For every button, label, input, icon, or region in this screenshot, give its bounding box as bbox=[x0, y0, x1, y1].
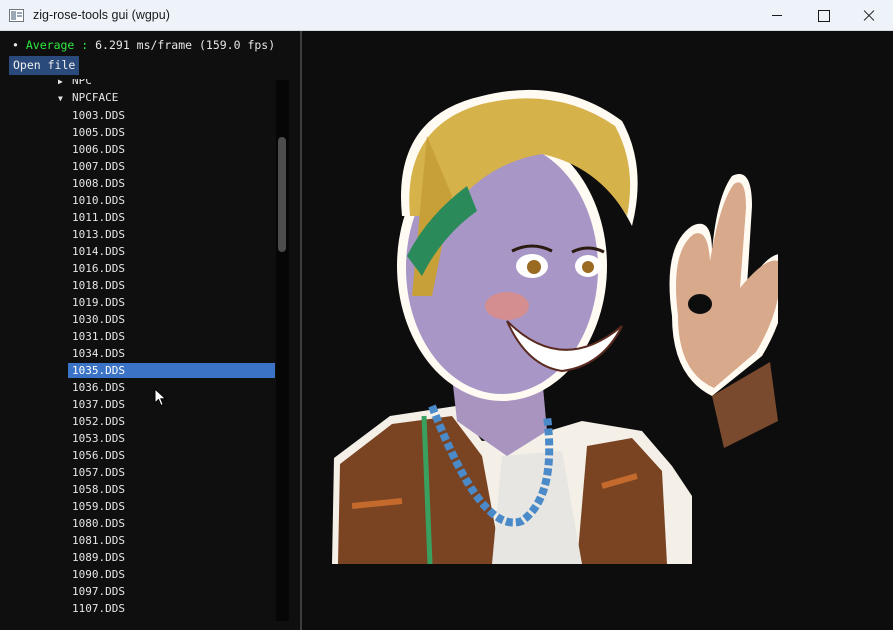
window-titlebar[interactable]: zig-rose-tools gui (wgpu) bbox=[0, 0, 893, 31]
file-item[interactable]: 1056.DDS bbox=[68, 448, 275, 463]
file-item[interactable]: 1007.DDS bbox=[68, 159, 275, 174]
file-item[interactable]: 1014.DDS bbox=[68, 244, 275, 259]
close-button[interactable] bbox=[846, 0, 892, 31]
tree-node-npc[interactable]: ▶ NPC bbox=[58, 79, 92, 89]
file-item[interactable]: 1036.DDS bbox=[68, 380, 275, 395]
file-item[interactable]: 1097.DDS bbox=[68, 584, 275, 599]
tree-node-label: NPCFACE bbox=[72, 91, 119, 104]
file-item[interactable]: 1090.DDS bbox=[68, 567, 275, 582]
file-item[interactable]: 1081.DDS bbox=[68, 533, 275, 548]
file-item[interactable]: 1034.DDS bbox=[68, 346, 275, 361]
open-file-button[interactable]: Open file bbox=[9, 56, 80, 75]
stats-bullet: • bbox=[12, 38, 19, 52]
frame-time-value: 6.291 ms/frame (159.0 fps) bbox=[95, 38, 276, 52]
minimize-button[interactable] bbox=[754, 0, 800, 31]
app-window-icon bbox=[9, 9, 24, 22]
file-item[interactable]: 1107.DDS bbox=[68, 601, 275, 616]
window-title: zig-rose-tools gui (wgpu) bbox=[33, 8, 170, 22]
tree-node-label: NPC bbox=[72, 79, 92, 87]
file-item[interactable]: 1057.DDS bbox=[68, 465, 275, 480]
file-item[interactable]: 1013.DDS bbox=[68, 227, 275, 242]
file-item[interactable]: 1037.DDS bbox=[68, 397, 275, 412]
file-item[interactable]: 1018.DDS bbox=[68, 278, 275, 293]
file-item-selected[interactable]: 1035.DDS bbox=[68, 363, 275, 378]
collapsed-arrow-icon: ▶ bbox=[58, 79, 63, 86]
file-item[interactable]: 1058.DDS bbox=[68, 482, 275, 497]
file-item[interactable]: 1010.DDS bbox=[68, 193, 275, 208]
frame-stats: • Average : 6.291 ms/frame (159.0 fps) bbox=[12, 38, 275, 52]
npc-face-preview-image bbox=[332, 89, 778, 564]
file-item[interactable]: 1030.DDS bbox=[68, 312, 275, 327]
expanded-arrow-icon: ▼ bbox=[58, 94, 63, 103]
file-item[interactable]: 1089.DDS bbox=[68, 550, 275, 565]
mouse-cursor-icon bbox=[154, 388, 167, 407]
file-item[interactable]: 1006.DDS bbox=[68, 142, 275, 157]
file-item[interactable]: 1052.DDS bbox=[68, 414, 275, 429]
tree-scrollbar-thumb[interactable] bbox=[278, 137, 286, 252]
tree-node-npcface[interactable]: ▼ NPCFACE bbox=[58, 91, 118, 106]
file-item[interactable]: 1005.DDS bbox=[68, 125, 275, 140]
file-item[interactable]: 1080.DDS bbox=[68, 516, 275, 531]
file-item[interactable]: 1003.DDS bbox=[68, 108, 275, 123]
file-item[interactable]: 1053.DDS bbox=[68, 431, 275, 446]
file-browser-panel: • Average : 6.291 ms/frame (159.0 fps) O… bbox=[0, 31, 300, 630]
file-item[interactable]: 1059.DDS bbox=[68, 499, 275, 514]
file-tree[interactable]: ▶ NPC ▼ NPCFACE 1003.DDS 1005.DDS 1006.DDS 10… bbox=[8, 79, 288, 624]
maximize-button[interactable] bbox=[800, 0, 846, 31]
file-item[interactable]: 1016.DDS bbox=[68, 261, 275, 276]
file-item[interactable]: 1019.DDS bbox=[68, 295, 275, 310]
file-item[interactable]: 1011.DDS bbox=[68, 210, 275, 225]
file-item[interactable]: 1008.DDS bbox=[68, 176, 275, 191]
file-item[interactable]: 1031.DDS bbox=[68, 329, 275, 344]
image-viewer bbox=[302, 31, 893, 630]
average-label: Average : bbox=[25, 38, 89, 52]
